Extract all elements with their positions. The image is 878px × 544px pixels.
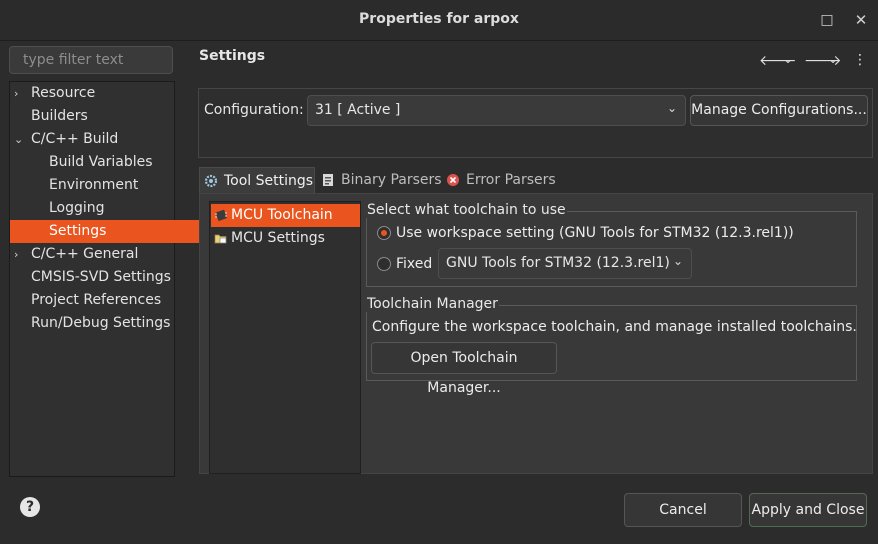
configuration-label: Configuration:: [204, 102, 304, 118]
tree-item-environment[interactable]: Environment: [10, 174, 213, 197]
toolchain-group-title: Select what toolchain to use: [366, 202, 567, 218]
tree-item-logging[interactable]: Logging: [10, 197, 213, 220]
tree-item-project-references[interactable]: Project References: [10, 289, 195, 312]
fixed-label[interactable]: Fixed: [396, 256, 432, 272]
chevron-right-icon[interactable]: ›: [14, 243, 26, 266]
tree-item-label: Logging: [49, 200, 105, 216]
properties-tree: › Resource Builders ⌄ C/C++ Build Build …: [9, 81, 213, 477]
tree-item-label: Resource: [31, 85, 96, 101]
chevron-right-icon[interactable]: ›: [14, 82, 26, 105]
tree-item-builders[interactable]: Builders: [10, 105, 195, 128]
tree-item-label: Project References: [31, 292, 162, 308]
maximize-icon[interactable]: □: [817, 10, 837, 30]
chevron-down-icon: ⌄: [666, 101, 677, 115]
chevron-down-icon[interactable]: ⌄: [14, 128, 26, 151]
fixed-toolchain-value: GNU Tools for STM32 (12.3.rel1): [446, 255, 670, 271]
help-icon[interactable]: ?: [20, 497, 40, 517]
tool-list: MCU Toolchain MCU Settings: [209, 201, 361, 474]
tab-binary-parsers[interactable]: Binary Parsers: [317, 167, 442, 193]
tool-item-mcu-settings[interactable]: MCU Settings: [211, 227, 360, 250]
tool-item-mcu-toolchain[interactable]: MCU Toolchain: [211, 204, 360, 227]
apply-and-close-button[interactable]: Apply and Close: [749, 493, 867, 527]
tree-item-cpp-general[interactable]: › C/C++ General: [10, 243, 195, 266]
toolchain-manager-description: Configure the workspace toolchain, and m…: [372, 319, 857, 335]
tab-label: Tool Settings: [224, 173, 314, 189]
forward-menu-chevron-icon[interactable]: ⌄: [828, 52, 838, 70]
title-bar: Properties for arpox □ ✕: [0, 0, 878, 41]
tab-label: Binary Parsers: [341, 172, 442, 188]
chevron-down-icon: ⌄: [672, 254, 683, 268]
fixed-toolchain-select[interactable]: GNU Tools for STM32 (12.3.rel1) ⌄: [438, 248, 692, 279]
binary-icon: [323, 174, 333, 186]
tree-item-label: C/C++ General: [31, 246, 139, 262]
tab-error-parsers[interactable]: Error Parsers: [442, 167, 562, 193]
tree-item-label: Build Variables: [49, 154, 153, 170]
use-workspace-label[interactable]: Use workspace setting (GNU Tools for STM…: [396, 225, 794, 241]
fixed-radio[interactable]: [377, 257, 391, 271]
tree-item-build-variables[interactable]: Build Variables: [10, 151, 213, 174]
filter-input[interactable]: type filter text: [9, 46, 173, 74]
error-icon: [447, 174, 459, 186]
tree-item-label: Run/Debug Settings: [31, 315, 171, 331]
tool-item-label: MCU Toolchain: [231, 207, 333, 223]
gear-icon: [204, 174, 218, 188]
more-options-icon[interactable]: ⋮: [853, 52, 867, 70]
tree-item-cpp-build[interactable]: ⌄ C/C++ Build: [10, 128, 195, 151]
tree-item-settings[interactable]: Settings: [10, 220, 213, 243]
open-toolchain-manager-button[interactable]: Open Toolchain Manager...: [371, 342, 557, 396]
tree-item-label: C/C++ Build: [31, 131, 119, 147]
tab-tool-settings[interactable]: Tool Settings: [199, 167, 315, 193]
tree-item-label: CMSIS-SVD Settings: [31, 269, 171, 285]
tree-item-run-debug-settings[interactable]: Run/Debug Settings: [10, 312, 195, 335]
tree-item-resource[interactable]: › Resource: [10, 82, 195, 105]
folder-icon: [214, 234, 227, 244]
configuration-value: 31 [ Active ]: [315, 102, 401, 118]
manage-configurations-button[interactable]: Manage Configurations...: [690, 95, 868, 126]
tool-item-label: MCU Settings: [231, 230, 325, 246]
tree-item-label: Settings: [49, 223, 107, 239]
tree-item-label: Builders: [31, 108, 88, 124]
window-title: Properties for arpox: [359, 11, 519, 27]
tree-item-cmsis-svd-settings[interactable]: CMSIS-SVD Settings: [10, 266, 195, 289]
cancel-button[interactable]: Cancel: [624, 493, 742, 527]
tab-label: Error Parsers: [466, 172, 556, 188]
toolchain-manager-title: Toolchain Manager: [366, 296, 499, 312]
tree-item-label: Environment: [49, 177, 139, 193]
page-title: Settings: [199, 48, 266, 64]
configuration-select[interactable]: 31 [ Active ] ⌄: [307, 95, 686, 126]
chip-icon: [215, 209, 228, 222]
use-workspace-radio[interactable]: [377, 226, 391, 240]
close-icon[interactable]: ✕: [851, 10, 871, 30]
back-menu-chevron-icon[interactable]: ⌄: [783, 52, 793, 70]
